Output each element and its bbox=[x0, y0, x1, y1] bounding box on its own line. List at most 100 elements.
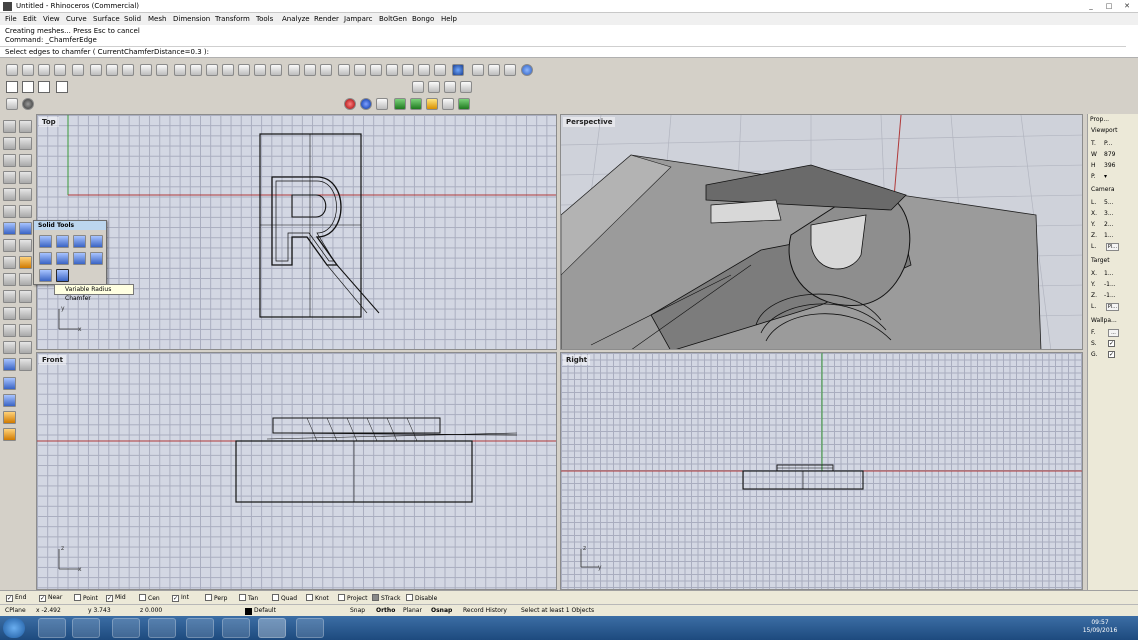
checkbox-icon[interactable] bbox=[74, 594, 81, 601]
osnap-cen[interactable]: Cen bbox=[139, 594, 160, 602]
checkbox-icon[interactable] bbox=[205, 594, 212, 601]
osnap-tan[interactable]: Tan bbox=[239, 594, 258, 602]
boolean-split-icon[interactable] bbox=[90, 235, 103, 248]
analyze-icon[interactable] bbox=[3, 377, 16, 390]
rectangle-icon[interactable] bbox=[19, 171, 32, 184]
paste-icon[interactable] bbox=[122, 64, 134, 76]
osnap-quad[interactable]: Quad bbox=[272, 594, 297, 602]
lock-icon[interactable] bbox=[370, 64, 382, 76]
prop-value[interactable]: -1... bbox=[1104, 292, 1116, 299]
status-layer[interactable]: Default bbox=[254, 607, 276, 614]
mesh-tool-icon[interactable] bbox=[19, 239, 32, 252]
transform-icon[interactable] bbox=[3, 256, 16, 269]
render-tool-icon[interactable] bbox=[412, 81, 424, 93]
four-view-icon[interactable] bbox=[270, 64, 282, 76]
solid-box-icon[interactable] bbox=[3, 222, 16, 235]
mirror-icon[interactable] bbox=[19, 290, 32, 303]
rendered-view-icon[interactable] bbox=[434, 64, 446, 76]
osnap-disable[interactable]: Disable bbox=[406, 594, 437, 602]
viewport-front[interactable]: Front z x bbox=[36, 352, 557, 590]
status-osnap[interactable]: Osnap bbox=[431, 607, 452, 614]
scale-icon[interactable] bbox=[3, 290, 16, 303]
point-icon[interactable] bbox=[19, 120, 32, 133]
viewport-right[interactable]: Right z y bbox=[560, 352, 1083, 590]
menu-dimension[interactable]: Dimension bbox=[173, 15, 210, 23]
osnap-end[interactable]: ✓ End bbox=[6, 594, 26, 602]
render-sphere-icon[interactable] bbox=[452, 64, 464, 76]
green-render-icon[interactable] bbox=[410, 98, 422, 110]
car-icon[interactable] bbox=[288, 64, 300, 76]
osnap-near[interactable]: ✓ Near bbox=[39, 594, 62, 602]
move-icon[interactable] bbox=[19, 256, 32, 269]
curve-icon[interactable] bbox=[19, 137, 32, 150]
blue-sphere-icon[interactable] bbox=[360, 98, 372, 110]
flyout-title[interactable]: Solid Tools bbox=[34, 221, 106, 230]
copy-tool-icon[interactable] bbox=[3, 273, 16, 286]
undo-icon[interactable] bbox=[140, 64, 152, 76]
prop-value[interactable]: -1... bbox=[1104, 281, 1116, 288]
layout-icon[interactable] bbox=[56, 81, 68, 93]
checkbox-icon[interactable] bbox=[406, 594, 413, 601]
chamfer-edge-icon[interactable] bbox=[39, 269, 52, 282]
checkbox-checked-icon[interactable]: ✓ bbox=[6, 595, 13, 602]
brush-icon[interactable] bbox=[6, 98, 18, 110]
cut-icon[interactable] bbox=[90, 64, 102, 76]
open-icon[interactable] bbox=[22, 64, 34, 76]
menu-surface[interactable]: Surface bbox=[93, 15, 120, 23]
checkbox-icon[interactable] bbox=[338, 594, 345, 601]
menu-file[interactable]: File bbox=[5, 15, 17, 23]
properties-tab[interactable]: Prop... bbox=[1090, 116, 1109, 123]
render-tools-icon[interactable] bbox=[3, 394, 16, 407]
menu-edit[interactable]: Edit bbox=[23, 15, 37, 23]
file-explorer-icon[interactable] bbox=[148, 618, 176, 638]
solid-tools-icon[interactable] bbox=[19, 222, 32, 235]
desktop-icon[interactable] bbox=[112, 618, 140, 638]
red-sphere-icon[interactable] bbox=[344, 98, 356, 110]
command-prompt[interactable]: Select edges to chamfer ( CurrentChamfer… bbox=[0, 46, 1126, 57]
render-tool-icon[interactable] bbox=[428, 81, 440, 93]
explode-icon[interactable] bbox=[3, 341, 16, 354]
checkbox-icon[interactable] bbox=[139, 594, 146, 601]
rhino-taskbar-icon[interactable] bbox=[258, 618, 286, 638]
save-icon[interactable] bbox=[38, 64, 50, 76]
fillet-curve-icon[interactable] bbox=[19, 188, 32, 201]
osnap-int[interactable]: ✓ Int bbox=[172, 594, 189, 602]
layer-icon[interactable] bbox=[386, 64, 398, 76]
checkbox-icon[interactable] bbox=[306, 594, 313, 601]
options-gear-icon[interactable] bbox=[488, 64, 500, 76]
mesh-icon[interactable] bbox=[3, 239, 16, 252]
minimize-button[interactable]: _ bbox=[1086, 2, 1096, 11]
box-render-icon[interactable] bbox=[376, 98, 388, 110]
prop-value[interactable]: 5... bbox=[1104, 199, 1114, 206]
paint-icon[interactable] bbox=[472, 64, 484, 76]
viewport-perspective[interactable]: Perspective bbox=[560, 114, 1083, 350]
select-icon[interactable] bbox=[354, 64, 366, 76]
layout-icon[interactable] bbox=[22, 81, 34, 93]
green-render-icon[interactable] bbox=[394, 98, 406, 110]
ellipse-icon[interactable] bbox=[19, 154, 32, 167]
wallpaper-file-button[interactable]: ... bbox=[1108, 329, 1119, 337]
osnap-strack[interactable]: STrack bbox=[372, 594, 401, 602]
layout-tool-icon[interactable] bbox=[3, 428, 16, 441]
arc-icon[interactable] bbox=[3, 171, 16, 184]
checkbox-checked-icon[interactable]: ✓ bbox=[172, 595, 179, 602]
render-tool-icon[interactable] bbox=[444, 81, 456, 93]
cap-holes-icon[interactable] bbox=[90, 252, 103, 265]
app-taskbar-icon[interactable] bbox=[296, 618, 324, 638]
variable-radius-chamfer-icon[interactable] bbox=[56, 269, 69, 282]
zoom-window-icon[interactable] bbox=[206, 64, 218, 76]
prop-value[interactable]: P... bbox=[1104, 140, 1112, 147]
checkbox-icon[interactable] bbox=[272, 594, 279, 601]
osnap-point[interactable]: Point bbox=[74, 594, 98, 602]
status-record-history[interactable]: Record History bbox=[463, 607, 507, 614]
light-icon[interactable] bbox=[426, 98, 438, 110]
menu-bongo[interactable]: Bongo bbox=[412, 15, 434, 23]
menu-jamparc[interactable]: Jamparc bbox=[344, 15, 372, 23]
select-arrow-icon[interactable] bbox=[3, 120, 16, 133]
surface-tool-icon[interactable] bbox=[19, 205, 32, 218]
menu-view[interactable]: View bbox=[43, 15, 60, 23]
copy-icon[interactable] bbox=[106, 64, 118, 76]
status-ortho[interactable]: Ortho bbox=[376, 607, 395, 614]
split-icon[interactable] bbox=[19, 324, 32, 337]
menu-help[interactable]: Help bbox=[441, 15, 457, 23]
